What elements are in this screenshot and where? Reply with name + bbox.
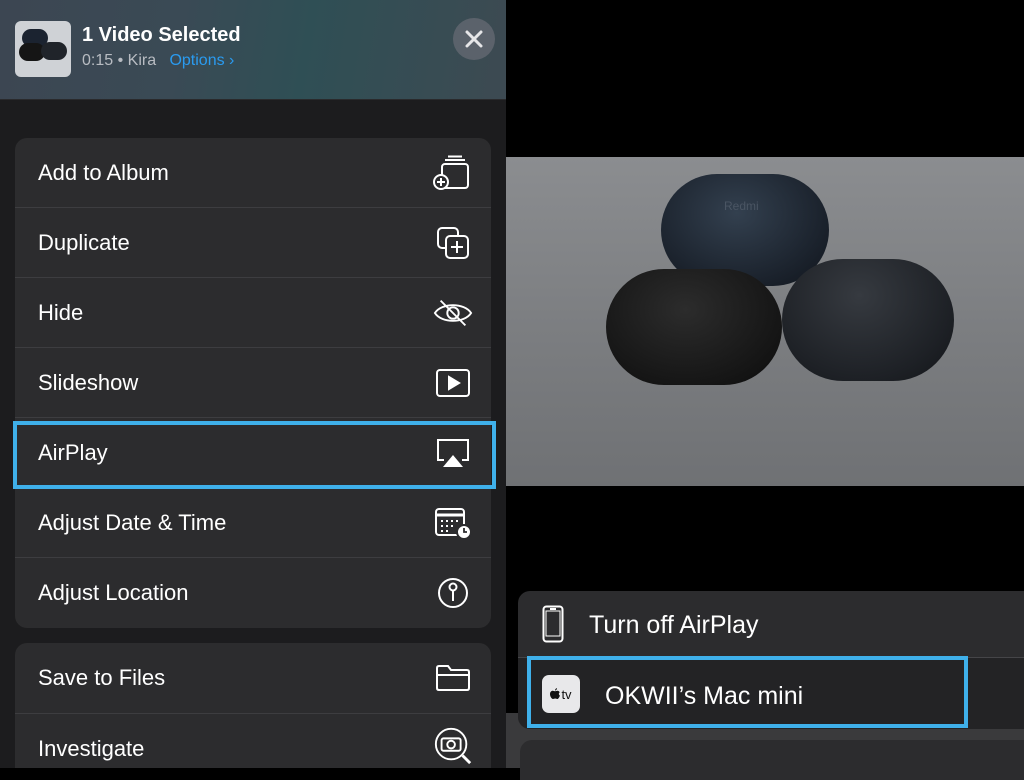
menu-item-save-to-files[interactable]: Save to Files [15, 643, 491, 714]
chevron-right-icon: › [229, 52, 235, 69]
video-owner: Kira [127, 52, 157, 69]
menu-item-airplay[interactable]: AirPlay [15, 418, 491, 488]
airplay-device-menu: Turn off AirPlay tv OKWII’s Mac mini [518, 591, 1024, 729]
menu-item-slideshow[interactable]: Slideshow [15, 348, 491, 418]
video-duration: 0:15 [82, 52, 114, 69]
selection-title: 1 Video Selected [82, 24, 241, 46]
airplay-option-turn-off[interactable]: Turn off AirPlay [518, 591, 1024, 658]
add-to-album-icon [433, 155, 473, 191]
play-rectangle-icon [433, 365, 473, 401]
options-link[interactable]: Options › [169, 52, 234, 69]
selection-subtitle: 0:15 • Kira Options › [82, 52, 234, 70]
close-icon [465, 30, 483, 48]
earbud-case-left [606, 269, 782, 385]
actions-group-secondary: Save to Files Investigate [15, 643, 491, 768]
actions-group-primary: Add to Album Duplicate Hide Slideshow Ai… [15, 138, 491, 628]
eye-slash-icon [433, 295, 473, 331]
duplicate-icon [433, 225, 473, 261]
share-sheet: 1 Video Selected 0:15 • Kira Options › A… [0, 0, 506, 768]
airplay-option-mac-mini[interactable]: tv OKWII’s Mac mini [518, 658, 1024, 729]
video-preview: Redmi [506, 157, 1024, 486]
folder-icon [433, 660, 473, 696]
location-pin-icon [433, 575, 473, 611]
menu-item-duplicate[interactable]: Duplicate [15, 208, 491, 278]
menu-item-adjust-location[interactable]: Adjust Location [15, 558, 491, 628]
underlying-sheet [520, 740, 1024, 780]
options-label: Options [169, 52, 225, 69]
iphone-icon [542, 605, 564, 643]
menu-item-adjust-date-time[interactable]: Adjust Date & Time [15, 488, 491, 558]
earbud-case-right [782, 259, 954, 381]
close-button[interactable] [453, 18, 495, 60]
visual-lookup-icon [433, 727, 473, 765]
apple-tv-icon: tv [542, 675, 580, 713]
airplay-icon [433, 435, 473, 471]
subtitle-separator: • [117, 52, 124, 69]
calendar-clock-icon [433, 505, 473, 541]
share-sheet-header: 1 Video Selected 0:15 • Kira Options › [0, 0, 506, 100]
menu-item-investigate[interactable]: Investigate [15, 714, 491, 768]
video-thumbnail [15, 21, 71, 77]
menu-item-add-to-album[interactable]: Add to Album [15, 138, 491, 208]
product-logo-text: Redmi [724, 199, 759, 213]
menu-item-hide[interactable]: Hide [15, 278, 491, 348]
